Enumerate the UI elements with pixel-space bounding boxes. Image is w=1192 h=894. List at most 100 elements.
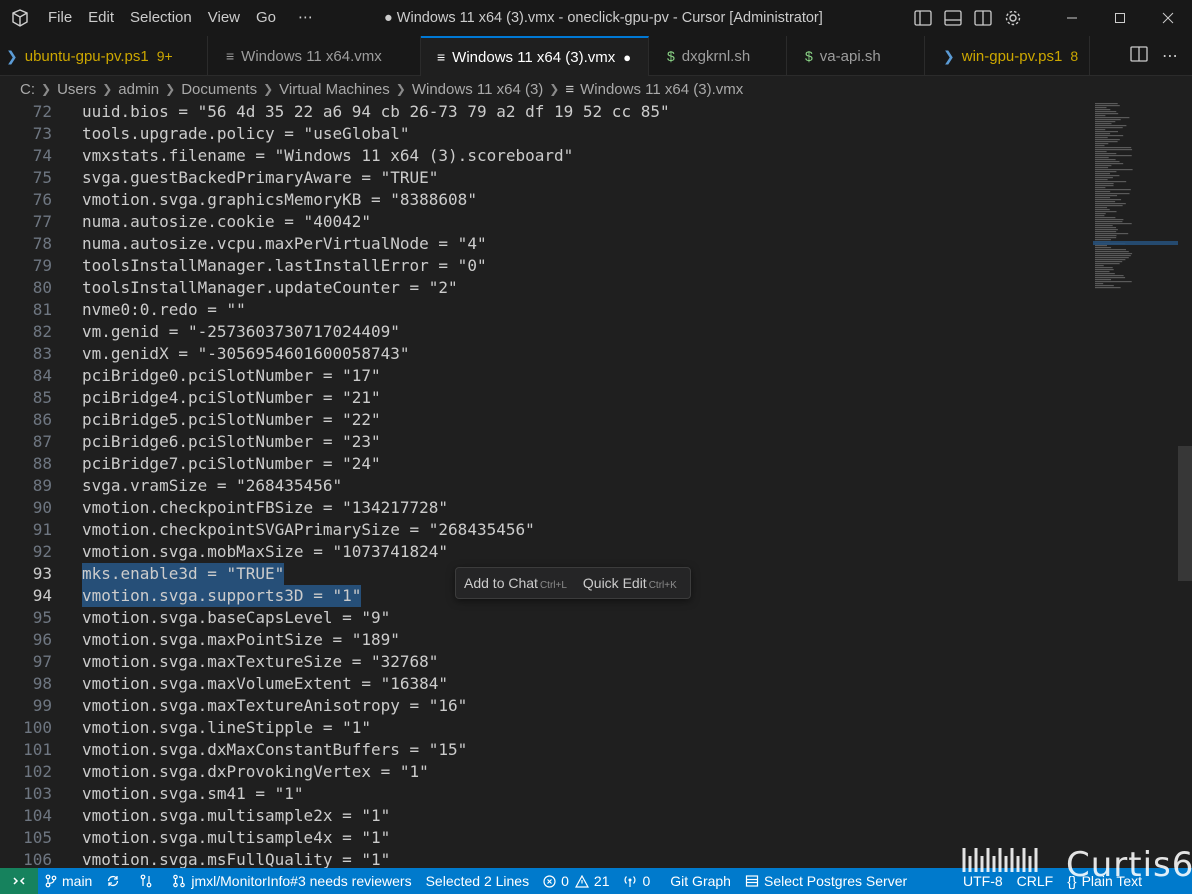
remote-indicator-icon[interactable]	[0, 868, 38, 894]
minimap-line	[1095, 191, 1111, 193]
breadcrumb-item[interactable]: Windows 11 x64 (3).vmx	[580, 81, 743, 98]
tab-windows-11-x64-vmx[interactable]: ≡ Windows 11 x64.vmx	[208, 36, 421, 76]
menu-file[interactable]: File	[40, 0, 80, 36]
tab-win-gpu-pv[interactable]: ❯ win-gpu-pv.ps1 8	[925, 36, 1090, 76]
cursor-logo-icon[interactable]	[0, 0, 40, 36]
language-mode-status[interactable]: {} Plain Text	[1060, 868, 1149, 894]
breadcrumb-item[interactable]: Documents	[181, 81, 257, 98]
chevron-right-icon: ❯	[102, 82, 113, 96]
tab-dxgkrnl-sh[interactable]: $ dxgkrnl.sh	[649, 36, 787, 76]
code-line[interactable]: 104 vmotion.svga.multisample2x = "1"	[0, 805, 1090, 827]
postgres-server-button[interactable]: Select Postgres Server	[738, 868, 914, 894]
problems-status[interactable]: 0 21	[536, 868, 616, 894]
code-line[interactable]: 89 svga.vramSize = "268435456"	[0, 475, 1090, 497]
code-line[interactable]: 98 vmotion.svga.maxVolumeExtent = "16384"	[0, 673, 1090, 695]
line-number: 104	[23, 806, 52, 825]
settings-gear-icon[interactable]	[1002, 7, 1024, 29]
code-line[interactable]: 87 pciBridge6.pciSlotNumber = "23"	[0, 431, 1090, 453]
minimap-line	[1095, 247, 1112, 249]
close-window-icon[interactable]	[1144, 0, 1192, 36]
line-number: 79	[32, 256, 52, 275]
editor-tabs: ❯ ubuntu-gpu-pv.ps1 9+ ≡ Windows 11 x64.…	[0, 36, 1192, 76]
sync-button[interactable]	[99, 868, 132, 894]
branch-status[interactable]: main	[38, 868, 99, 894]
minimap-line	[1095, 185, 1114, 187]
code-line[interactable]: 83 vm.genidX = "-3056954601600058743"	[0, 343, 1090, 365]
menu-selection[interactable]: Selection	[122, 0, 200, 36]
minimap-line	[1095, 209, 1110, 211]
code-line[interactable]: 85 pciBridge4.pciSlotNumber = "21"	[0, 387, 1090, 409]
encoding-text: UTF-8	[963, 873, 1003, 889]
code-line[interactable]: 84 pciBridge0.pciSlotNumber = "17"	[0, 365, 1090, 387]
code-line[interactable]: 82 vm.genid = "-2573603730717024409"	[0, 321, 1090, 343]
dollar-icon: $	[805, 48, 813, 64]
code-line[interactable]: 106 vmotion.svga.msFullQuality = "1"	[0, 849, 1090, 868]
minimize-icon[interactable]	[1048, 0, 1096, 36]
tab-va-api-sh[interactable]: $ va-api.sh	[787, 36, 925, 76]
maximize-icon[interactable]	[1096, 0, 1144, 36]
menu-edit[interactable]: Edit	[80, 0, 122, 36]
minimap-line	[1095, 143, 1109, 145]
code-line[interactable]: 97 vmotion.svga.maxTextureSize = "32768"	[0, 651, 1090, 673]
git-lens-button[interactable]	[132, 868, 165, 894]
code-text: vmxstats.filename = "Windows 11 x64 (3).…	[82, 146, 574, 165]
code-line[interactable]: 91 vmotion.checkpointSVGAPrimarySize = "2…	[0, 519, 1090, 541]
code-line[interactable]: 77 numa.autosize.cookie = "40042"	[0, 211, 1090, 233]
code-line[interactable]: 105 vmotion.svga.multisample4x = "1"	[0, 827, 1090, 849]
code-editor[interactable]: 72 uuid.bios = "56 4d 35 22 a6 94 cb 26-7…	[0, 101, 1192, 868]
code-line[interactable]: 76 vmotion.svga.graphicsMemoryKB = "83886…	[0, 189, 1090, 211]
minimap-line	[1095, 225, 1113, 227]
menu-view[interactable]: View	[200, 0, 248, 36]
tab-ubuntu-gpu-pv[interactable]: ❯ ubuntu-gpu-pv.ps1 9+	[0, 36, 208, 76]
code-line[interactable]: 99 vmotion.svga.maxTextureAnisotropy = "1…	[0, 695, 1090, 717]
toggle-panel-icon[interactable]	[942, 7, 964, 29]
breadcrumb-item[interactable]: Windows 11 x64 (3)	[412, 81, 543, 98]
breadcrumb-item[interactable]: Virtual Machines	[279, 81, 390, 98]
code-line[interactable]: 74 vmxstats.filename = "Windows 11 x64 (3…	[0, 145, 1090, 167]
breadcrumb-item[interactable]: C:	[20, 81, 35, 98]
eol-status[interactable]: CRLF	[1010, 868, 1061, 894]
pull-request-status[interactable]: jmxl/MonitorInfo#3 needs reviewers	[165, 868, 418, 894]
toggle-primary-sidebar-icon[interactable]	[912, 7, 934, 29]
minimap-line	[1095, 271, 1110, 273]
quick-edit-button[interactable]: Quick Edit Ctrl+K	[575, 575, 685, 591]
split-editor-icon[interactable]	[1130, 45, 1148, 67]
menu-go[interactable]: Go	[248, 0, 284, 36]
code-text: vmotion.svga.multisample2x = "1"	[82, 806, 391, 825]
minimap[interactable]	[1093, 101, 1178, 291]
code-line[interactable]: 103 vmotion.svga.sm41 = "1"	[0, 783, 1090, 805]
line-number: 94	[32, 586, 52, 605]
code-line[interactable]: 78 numa.autosize.vcpu.maxPerVirtualNode =…	[0, 233, 1090, 255]
breadcrumb-item[interactable]: Users	[57, 81, 96, 98]
code-line[interactable]: 100 vmotion.svga.lineStipple = "1"	[0, 717, 1090, 739]
code-line[interactable]: 75 svga.guestBackedPrimaryAware = "TRUE"	[0, 167, 1090, 189]
code-line[interactable]: 80 toolsInstallManager.updateCounter = "2…	[0, 277, 1090, 299]
encoding-status[interactable]: UTF-8	[956, 868, 1010, 894]
selection-status[interactable]: Selected 2 Lines	[419, 868, 537, 894]
code-line[interactable]: 102 vmotion.svga.dxProvokingVertex = "1"	[0, 761, 1090, 783]
tab-windows-11-x64-3-vmx[interactable]: ≡ Windows 11 x64 (3).vmx ●	[421, 36, 649, 76]
code-line[interactable]: 73 tools.upgrade.policy = "useGlobal"	[0, 123, 1090, 145]
code-line[interactable]: 72 uuid.bios = "56 4d 35 22 a6 94 cb 26-7…	[0, 101, 1090, 123]
git-graph-button[interactable]: Git Graph	[663, 868, 738, 894]
more-actions-icon[interactable]: ⋯	[1162, 46, 1178, 66]
code-line[interactable]: 79 toolsInstallManager.lastInstallError =…	[0, 255, 1090, 277]
breadcrumb-item[interactable]: admin	[118, 81, 159, 98]
unsaved-dot-icon[interactable]: ●	[623, 50, 631, 65]
line-number: 90	[32, 498, 52, 517]
code-line[interactable]: 95 vmotion.svga.baseCapsLevel = "9"	[0, 607, 1090, 629]
menu-more[interactable]: ⋯	[284, 0, 321, 36]
code-line[interactable]: 88 pciBridge7.pciSlotNumber = "24"	[0, 453, 1090, 475]
minimap-line	[1095, 105, 1120, 107]
file-lines-icon: ≡	[565, 80, 575, 98]
code-line[interactable]: 90 vmotion.checkpointFBSize = "134217728"	[0, 497, 1090, 519]
code-line[interactable]: 86 pciBridge5.pciSlotNumber = "22"	[0, 409, 1090, 431]
scrollbar-thumb[interactable]	[1178, 446, 1192, 581]
ports-status[interactable]: 0	[616, 868, 657, 894]
code-line[interactable]: 92 vmotion.svga.mobMaxSize = "1073741824"	[0, 541, 1090, 563]
code-line[interactable]: 81 nvme0:0.redo = ""	[0, 299, 1090, 321]
add-to-chat-button[interactable]: Add to Chat Ctrl+L	[456, 575, 575, 591]
toggle-secondary-sidebar-icon[interactable]	[972, 7, 994, 29]
code-line[interactable]: 101 vmotion.svga.dxMaxConstantBuffers = "…	[0, 739, 1090, 761]
code-line[interactable]: 96 vmotion.svga.maxPointSize = "189"	[0, 629, 1090, 651]
